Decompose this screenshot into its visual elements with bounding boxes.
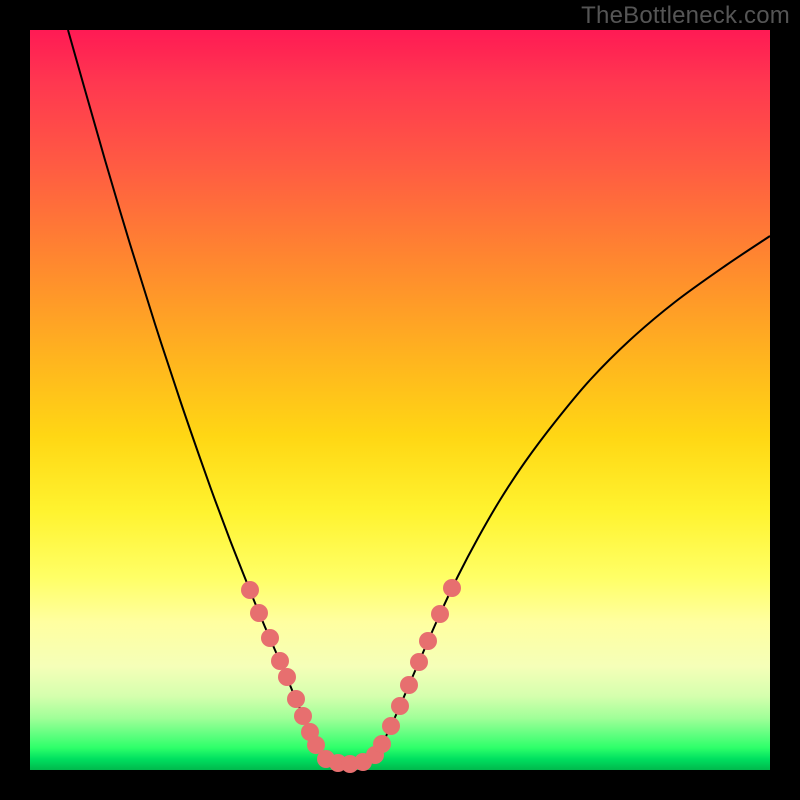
data-dot <box>278 668 296 686</box>
data-dot <box>410 653 428 671</box>
data-dot <box>400 676 418 694</box>
curve-left <box>68 30 320 753</box>
data-dot <box>250 604 268 622</box>
data-dot <box>373 735 391 753</box>
dot-group <box>241 579 461 773</box>
data-dot <box>382 717 400 735</box>
data-dot <box>294 707 312 725</box>
data-dot <box>271 652 289 670</box>
data-dot <box>391 697 409 715</box>
chart-overlay <box>30 30 770 770</box>
data-dot <box>287 690 305 708</box>
data-dot <box>419 632 437 650</box>
data-dot <box>261 629 279 647</box>
data-dot <box>431 605 449 623</box>
curve-right <box>376 236 770 754</box>
data-dot <box>241 581 259 599</box>
watermark-text: TheBottleneck.com <box>581 2 790 30</box>
data-dot <box>443 579 461 597</box>
